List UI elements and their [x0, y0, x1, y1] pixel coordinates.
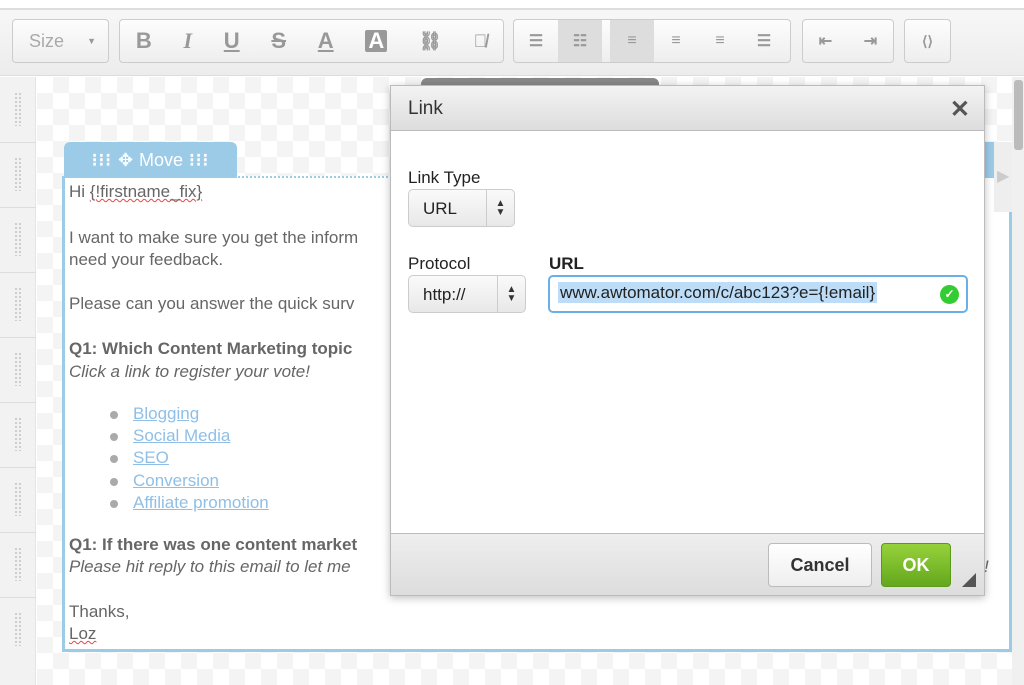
link-type-label: Link Type	[408, 168, 481, 187]
drag-handle[interactable]	[14, 417, 22, 451]
source-code-icon[interactable]: ⟨⟩	[922, 20, 933, 62]
drag-handle[interactable]	[14, 287, 22, 321]
font-size-dropdown[interactable]: Size ▼	[12, 19, 109, 63]
question-heading: Q1: If there was one content market	[69, 535, 358, 554]
dialog-title: Link	[408, 98, 443, 119]
merge-token: {!firstname_fix}	[89, 182, 203, 201]
drag-handle[interactable]	[14, 222, 22, 256]
drag-handle[interactable]	[14, 92, 22, 126]
unlink-icon[interactable]: ⛓̸	[474, 20, 488, 62]
drag-handle[interactable]	[14, 482, 22, 516]
numbered-list-icon[interactable]: ☰	[514, 20, 558, 62]
list-item: Affiliate promotion	[110, 493, 269, 513]
question-heading: Q1: Which Content Marketing topic	[69, 339, 353, 358]
scrollbar[interactable]	[1012, 77, 1024, 685]
drag-handle[interactable]	[14, 612, 22, 646]
dialog-footer: Cancel OK	[391, 533, 984, 595]
bullet-list-icon[interactable]: ☷	[558, 20, 602, 62]
outdent-icon[interactable]: ⇤	[819, 20, 832, 62]
paragraph-text: need your feedback.	[69, 250, 224, 269]
list-item: Blogging	[110, 404, 199, 424]
resize-handle-icon[interactable]	[962, 573, 976, 587]
dialog-header[interactable]: Link ✕	[391, 86, 984, 131]
select-arrows-icon: ▲ ▼	[497, 276, 525, 312]
vote-link[interactable]: Conversion	[133, 471, 219, 490]
protocol-label: Protocol	[408, 254, 471, 273]
list-item: Conversion	[110, 471, 219, 491]
align-right-icon[interactable]: ≡	[698, 20, 742, 62]
move-arrows-icon: ✥	[117, 149, 134, 170]
link-type-value: URL	[423, 199, 458, 218]
cancel-button[interactable]: Cancel	[768, 543, 872, 587]
vote-link[interactable]: Affiliate promotion	[133, 493, 269, 512]
strikethrough-button[interactable]: S	[271, 20, 286, 62]
url-input[interactable]: www.awtomator.com/c/abc123?e={!email} ✓	[548, 275, 968, 313]
editor-toolbar: Size ▼ B I U S A A ⛓ ⛓̸ ☰ ☷ ≡ ≡ ≡ ☰ ⇤ ⇥ …	[0, 10, 1024, 76]
underline-button[interactable]: U	[224, 20, 240, 62]
vote-link[interactable]: Blogging	[133, 404, 199, 423]
signature-text: Loz	[69, 624, 97, 643]
url-value: www.awtomator.com/c/abc123?e={!email}	[558, 282, 878, 303]
greeting-text: Hi	[69, 182, 90, 201]
drag-handle[interactable]	[14, 352, 22, 386]
scrollbar-thumb[interactable]	[1014, 80, 1023, 150]
link-type-select[interactable]: URL ▲ ▼	[408, 189, 515, 227]
chevron-right-icon[interactable]: ▶	[994, 142, 1012, 212]
justify-icon[interactable]: ☰	[742, 20, 786, 62]
font-color-button[interactable]: A	[318, 20, 334, 62]
paragraph-text: I want to make sure you get the inform	[69, 228, 359, 247]
drag-handle[interactable]	[14, 157, 22, 191]
font-size-label: Size	[29, 30, 65, 51]
align-center-icon[interactable]: ≡	[654, 20, 698, 62]
grip-icon: ⁝⁝⁝	[91, 149, 112, 170]
chevron-down-icon: ▼	[87, 36, 96, 46]
vote-link[interactable]: SEO	[133, 448, 169, 467]
select-arrows-icon: ▲ ▼	[486, 190, 514, 226]
indent-icon[interactable]: ⇥	[864, 20, 877, 62]
bold-button[interactable]: B	[136, 20, 152, 62]
grip-icon: ⁝⁝⁝	[189, 149, 210, 170]
signoff-text: Thanks,	[69, 602, 130, 621]
question-hint: Please hit reply to this email to let me	[69, 557, 351, 576]
block-gutter	[0, 77, 36, 685]
link-dialog: Link ✕ Link Type URL ▲ ▼ Protocol http://…	[390, 85, 985, 596]
italic-button[interactable]: I	[183, 20, 192, 62]
valid-check-icon: ✓	[940, 285, 959, 304]
protocol-value: http://	[423, 285, 466, 304]
link-icon[interactable]: ⛓	[419, 20, 442, 62]
drag-handle[interactable]	[14, 547, 22, 581]
paragraph-text: Please can you answer the quick surv	[69, 294, 355, 313]
list-item: SEO	[110, 448, 169, 468]
move-handle[interactable]: ⁝⁝⁝ ✥ Move ⁝⁝⁝	[64, 142, 237, 178]
list-item: Social Media	[110, 426, 230, 446]
url-label: URL	[549, 254, 584, 273]
question-hint: Click a link to register your vote!	[69, 362, 310, 381]
align-left-icon[interactable]: ≡	[610, 20, 654, 62]
vote-link[interactable]: Social Media	[133, 426, 230, 445]
protocol-select[interactable]: http:// ▲ ▼	[408, 275, 526, 313]
background-color-button[interactable]: A	[365, 28, 388, 53]
ok-button[interactable]: OK	[881, 543, 951, 587]
close-icon[interactable]: ✕	[950, 95, 970, 124]
move-label: Move	[139, 149, 184, 170]
